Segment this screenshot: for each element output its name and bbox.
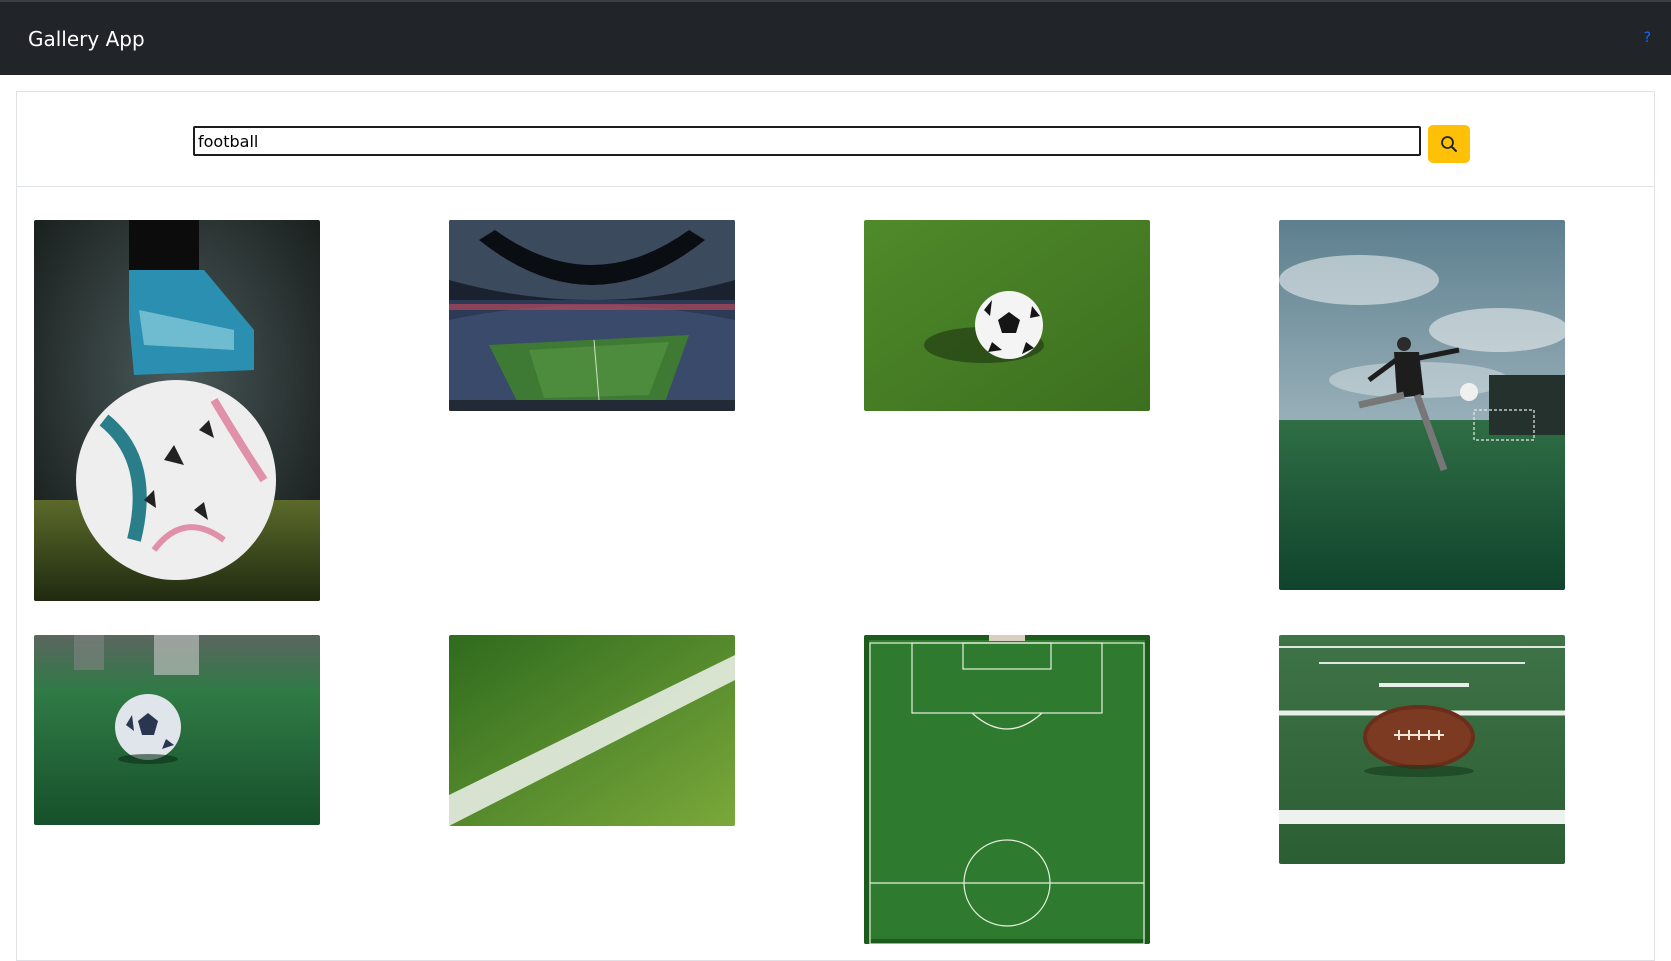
search-icon <box>1440 135 1458 153</box>
image-ball-on-grass[interactable] <box>864 220 1150 411</box>
top-navbar: Gallery App ? <box>0 0 1671 75</box>
image-ball-under-boot[interactable] <box>34 220 320 601</box>
image-player-kicking[interactable] <box>1279 220 1565 590</box>
image-ball-on-pitch[interactable] <box>34 635 320 825</box>
image-aerial-pitch[interactable] <box>864 635 1150 944</box>
search-input[interactable] <box>193 126 1421 156</box>
search-button[interactable] <box>1428 125 1470 163</box>
image-american-football[interactable] <box>1279 635 1565 864</box>
search-bar <box>17 92 1654 187</box>
image-field-line[interactable] <box>449 635 735 826</box>
help-link[interactable]: ? <box>1644 29 1651 47</box>
image-stadium[interactable] <box>449 220 735 411</box>
app-title[interactable]: Gallery App <box>28 25 145 53</box>
